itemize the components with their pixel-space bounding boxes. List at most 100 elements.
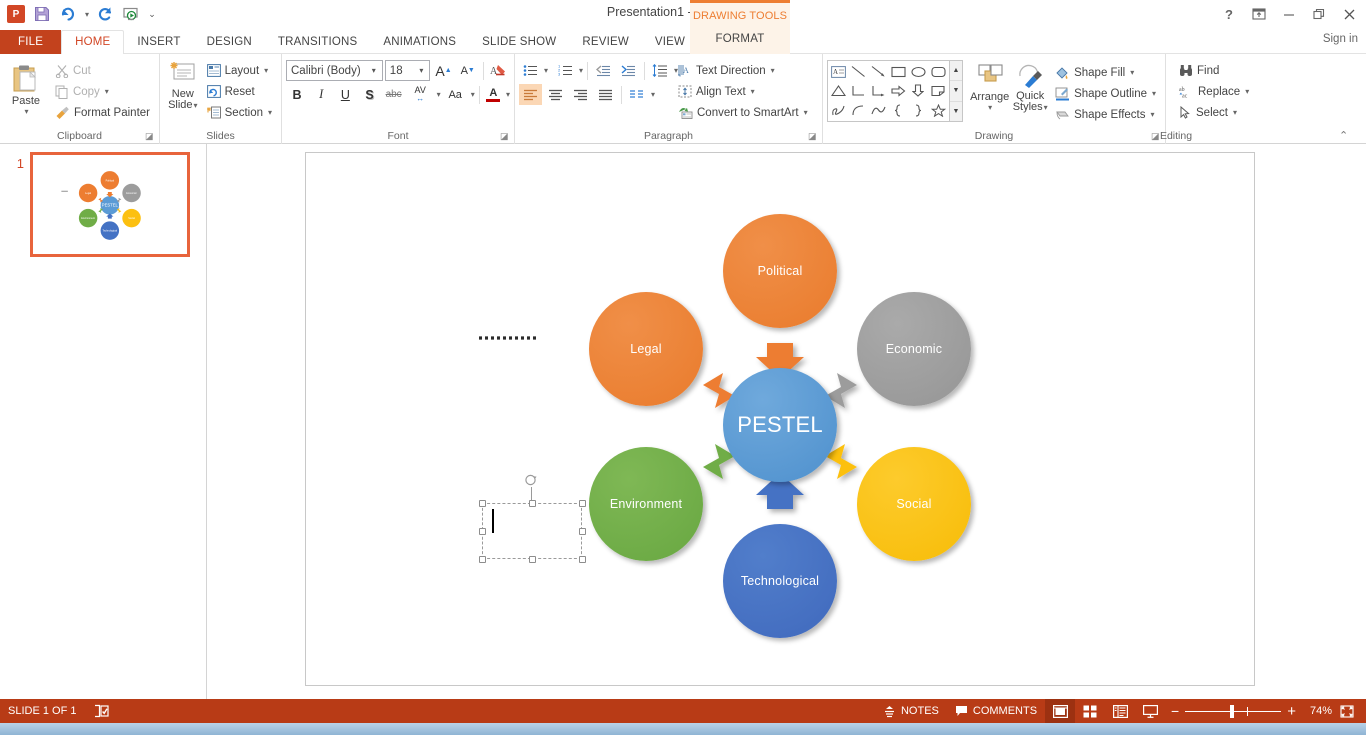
shape-arrow[interactable] bbox=[869, 62, 889, 81]
chevron-down-icon[interactable]: ▾ bbox=[105, 87, 109, 96]
replace-button[interactable]: ab ac Replace ▾ bbox=[1176, 81, 1254, 102]
shapes-gallery[interactable]: A ▲ ▼ ▼ bbox=[827, 60, 963, 122]
node-legal[interactable]: Legal bbox=[589, 292, 703, 406]
columns-button[interactable] bbox=[626, 84, 648, 105]
chevron-down-icon[interactable]: ▾ bbox=[804, 108, 808, 117]
chevron-down-icon[interactable]: ▾ bbox=[367, 66, 381, 75]
textbox-selection-outline[interactable] bbox=[482, 503, 582, 559]
shape-left-brace[interactable] bbox=[889, 101, 909, 120]
tab-slide-show[interactable]: SLIDE SHOW bbox=[469, 31, 569, 54]
slide-canvas[interactable]: Political Economic Social Technological … bbox=[305, 152, 1255, 686]
zoom-slider[interactable]: − + bbox=[1165, 703, 1302, 720]
zoom-out-button[interactable]: − bbox=[1171, 703, 1179, 719]
shape-elbow-arrow-connector[interactable] bbox=[869, 81, 889, 100]
zoom-track[interactable] bbox=[1185, 704, 1282, 718]
collapse-ribbon-button[interactable]: ⌃ bbox=[1339, 131, 1350, 142]
reading-view-button[interactable] bbox=[1105, 699, 1135, 723]
font-dialog-launcher[interactable]: ◪ bbox=[500, 131, 511, 142]
bold-button[interactable]: B bbox=[286, 84, 308, 105]
chevron-down-icon[interactable]: ▾ bbox=[544, 66, 548, 75]
text-shadow-button[interactable]: S bbox=[358, 84, 380, 105]
new-slide-button[interactable]: New Slide▾ bbox=[164, 58, 202, 126]
shape-rounded-rectangle[interactable] bbox=[928, 62, 948, 81]
shapes-grid[interactable]: A bbox=[827, 60, 950, 122]
resize-handle-nw[interactable] bbox=[479, 500, 486, 507]
resize-handle-s[interactable] bbox=[529, 556, 536, 563]
bullets-button[interactable] bbox=[519, 60, 541, 81]
chevron-down-icon[interactable]: ▾ bbox=[751, 87, 755, 96]
layout-button[interactable]: Layout ▾ bbox=[204, 60, 277, 81]
zoom-level-label[interactable]: 74% bbox=[1302, 705, 1332, 717]
notes-button[interactable]: NOTES bbox=[875, 699, 947, 723]
chevron-down-icon[interactable]: ▾ bbox=[771, 66, 775, 75]
align-left-button[interactable] bbox=[519, 84, 542, 105]
zoom-thumb[interactable] bbox=[1230, 704, 1235, 718]
resize-handle-w[interactable] bbox=[479, 528, 486, 535]
convert-to-smartart-button[interactable]: Convert to SmartArt ▾ bbox=[675, 102, 813, 123]
chevron-down-icon[interactable]: ▾ bbox=[1245, 87, 1249, 96]
resize-handle-se[interactable] bbox=[579, 556, 586, 563]
paragraph-dialog-launcher[interactable]: ◪ bbox=[808, 131, 819, 142]
shape-elbow-connector[interactable] bbox=[849, 81, 869, 100]
resize-handle-n[interactable] bbox=[529, 500, 536, 507]
increase-font-size-button[interactable]: A ▲ bbox=[432, 60, 454, 81]
zoom-in-button[interactable]: + bbox=[1287, 703, 1296, 720]
reset-button[interactable]: Reset bbox=[204, 81, 277, 102]
character-spacing-button[interactable]: AV ↔ bbox=[407, 84, 434, 105]
node-center-pestel[interactable]: PESTEL bbox=[723, 368, 837, 482]
arrange-button[interactable]: Arrange ▾ bbox=[969, 60, 1010, 112]
clipboard-dialog-launcher[interactable]: ◪ bbox=[145, 131, 156, 142]
chevron-down-icon[interactable]: ▾ bbox=[414, 66, 428, 75]
clear-formatting-button[interactable]: A bbox=[488, 60, 510, 81]
slideshow-view-button[interactable] bbox=[1135, 699, 1165, 723]
decrease-font-size-button[interactable]: A ▼ bbox=[457, 60, 479, 81]
slide-editing-surface[interactable]: Political Economic Social Technological … bbox=[207, 144, 1366, 699]
strikethrough-button[interactable]: abc bbox=[383, 84, 405, 105]
paste-button[interactable]: Paste ▾ bbox=[4, 60, 48, 126]
spellcheck-icon[interactable] bbox=[94, 704, 110, 718]
tab-animations[interactable]: ANIMATIONS bbox=[370, 31, 469, 54]
slide-thumbnail-1[interactable]: PESTEL Political Economic Social Technol… bbox=[30, 152, 190, 257]
minimize-button[interactable] bbox=[1274, 1, 1304, 27]
thumbnail-item[interactable]: 1 PESTEL Political Economic Social Techn… bbox=[0, 152, 206, 257]
restore-button[interactable] bbox=[1304, 1, 1334, 27]
shape-text-box[interactable]: A bbox=[829, 62, 849, 81]
shape-arc[interactable] bbox=[869, 101, 889, 120]
tab-file[interactable]: FILE bbox=[0, 30, 62, 54]
shape-fill-button[interactable]: Shape Fill ▾ bbox=[1052, 62, 1161, 83]
italic-button[interactable]: I bbox=[310, 84, 332, 105]
quick-styles-button[interactable]: Quick Styles▾ bbox=[1010, 60, 1050, 113]
tab-review[interactable]: REVIEW bbox=[569, 31, 642, 54]
chevron-down-icon[interactable]: ▾ bbox=[506, 90, 510, 99]
text-direction-button[interactable]: A Text Direction ▾ bbox=[675, 60, 813, 81]
line-spacing-button[interactable] bbox=[649, 60, 671, 81]
chevron-down-icon[interactable]: ▾ bbox=[194, 101, 198, 110]
node-political[interactable]: Political bbox=[723, 214, 837, 328]
tab-home[interactable]: HOME bbox=[61, 30, 125, 55]
resize-handle-sw[interactable] bbox=[479, 556, 486, 563]
shape-right-brace[interactable] bbox=[908, 101, 928, 120]
tab-design[interactable]: DESIGN bbox=[194, 31, 265, 54]
chevron-down-icon[interactable]: ▾ bbox=[1233, 108, 1237, 117]
close-button[interactable] bbox=[1334, 1, 1364, 27]
copy-button[interactable]: Copy ▾ bbox=[52, 81, 155, 102]
shapes-scroll-up-button[interactable]: ▲ bbox=[950, 61, 962, 82]
chevron-down-icon[interactable]: ▾ bbox=[1152, 89, 1156, 98]
resize-handle-ne[interactable] bbox=[579, 500, 586, 507]
chevron-down-icon[interactable]: ▾ bbox=[471, 90, 475, 99]
slide-counter[interactable]: SLIDE 1 OF 1 bbox=[8, 705, 76, 717]
shape-folded-corner[interactable] bbox=[928, 81, 948, 100]
font-size-combobox[interactable]: 18 ▾ bbox=[384, 60, 431, 81]
shape-star[interactable] bbox=[928, 101, 948, 120]
sign-in-link[interactable]: Sign in bbox=[1323, 33, 1358, 45]
format-painter-button[interactable]: Format Painter bbox=[52, 102, 155, 123]
node-social[interactable]: Social bbox=[857, 447, 971, 561]
shape-scribble[interactable] bbox=[829, 101, 849, 120]
shape-right-arrow[interactable] bbox=[889, 81, 909, 100]
section-button[interactable]: Section ▾ bbox=[204, 102, 277, 123]
increase-indent-button[interactable] bbox=[617, 60, 640, 81]
chevron-down-icon[interactable]: ▾ bbox=[1151, 110, 1155, 119]
decrease-indent-button[interactable] bbox=[592, 60, 615, 81]
tab-insert[interactable]: INSERT bbox=[124, 31, 193, 54]
help-button[interactable]: ? bbox=[1214, 1, 1244, 27]
